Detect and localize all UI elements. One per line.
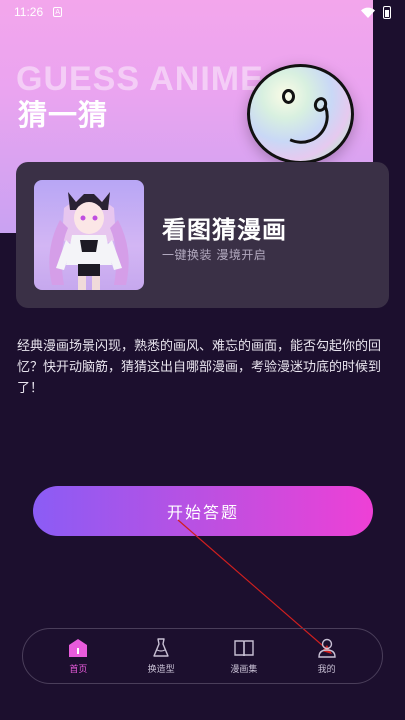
tab-profile-label: 我的: [317, 665, 336, 675]
guess-manga-card[interactable]: 看图猜漫画 一键换装 漫境开启: [16, 162, 389, 308]
book-icon: [234, 640, 254, 657]
tab-home-label: 首页: [69, 665, 88, 675]
smiley-left-eye: [282, 89, 295, 104]
tab-manga-collection-label: 漫画集: [230, 665, 258, 675]
smiley-icon: [247, 64, 354, 164]
tab-profile[interactable]: 我的: [292, 631, 362, 681]
tab-change-style-label: 换造型: [147, 665, 175, 675]
start-quiz-button[interactable]: 开始答题: [33, 486, 373, 536]
card-title: 看图猜漫画: [162, 216, 287, 244]
card-subtitle: 一键换装 漫境开启: [162, 248, 267, 262]
bottom-tab-bar: 首页 换造型 漫画集 我的: [22, 628, 383, 684]
tab-change-style[interactable]: 换造型: [126, 631, 196, 681]
battery-icon: [383, 5, 391, 19]
smiley-mouth: [274, 104, 337, 152]
hero-title-chinese: 猜一猜: [18, 98, 109, 132]
status-bar: 11:26 A: [0, 0, 405, 24]
tab-manga-collection[interactable]: 漫画集: [209, 631, 279, 681]
home-icon: [69, 639, 88, 657]
profile-icon: [317, 638, 336, 658]
wifi-icon: [361, 7, 375, 18]
status-time: 11:26: [14, 5, 44, 19]
dress-icon: [153, 638, 169, 657]
notification-icon: A: [53, 7, 63, 17]
tab-home[interactable]: 首页: [43, 631, 113, 681]
anime-character-image: [34, 180, 144, 290]
anime-character-illustration: [49, 192, 129, 290]
game-description: 经典漫画场景闪现，熟悉的画风、难忘的画面，能否勾起你的回忆？快开动脑筋，猜猜这出…: [17, 339, 382, 396]
